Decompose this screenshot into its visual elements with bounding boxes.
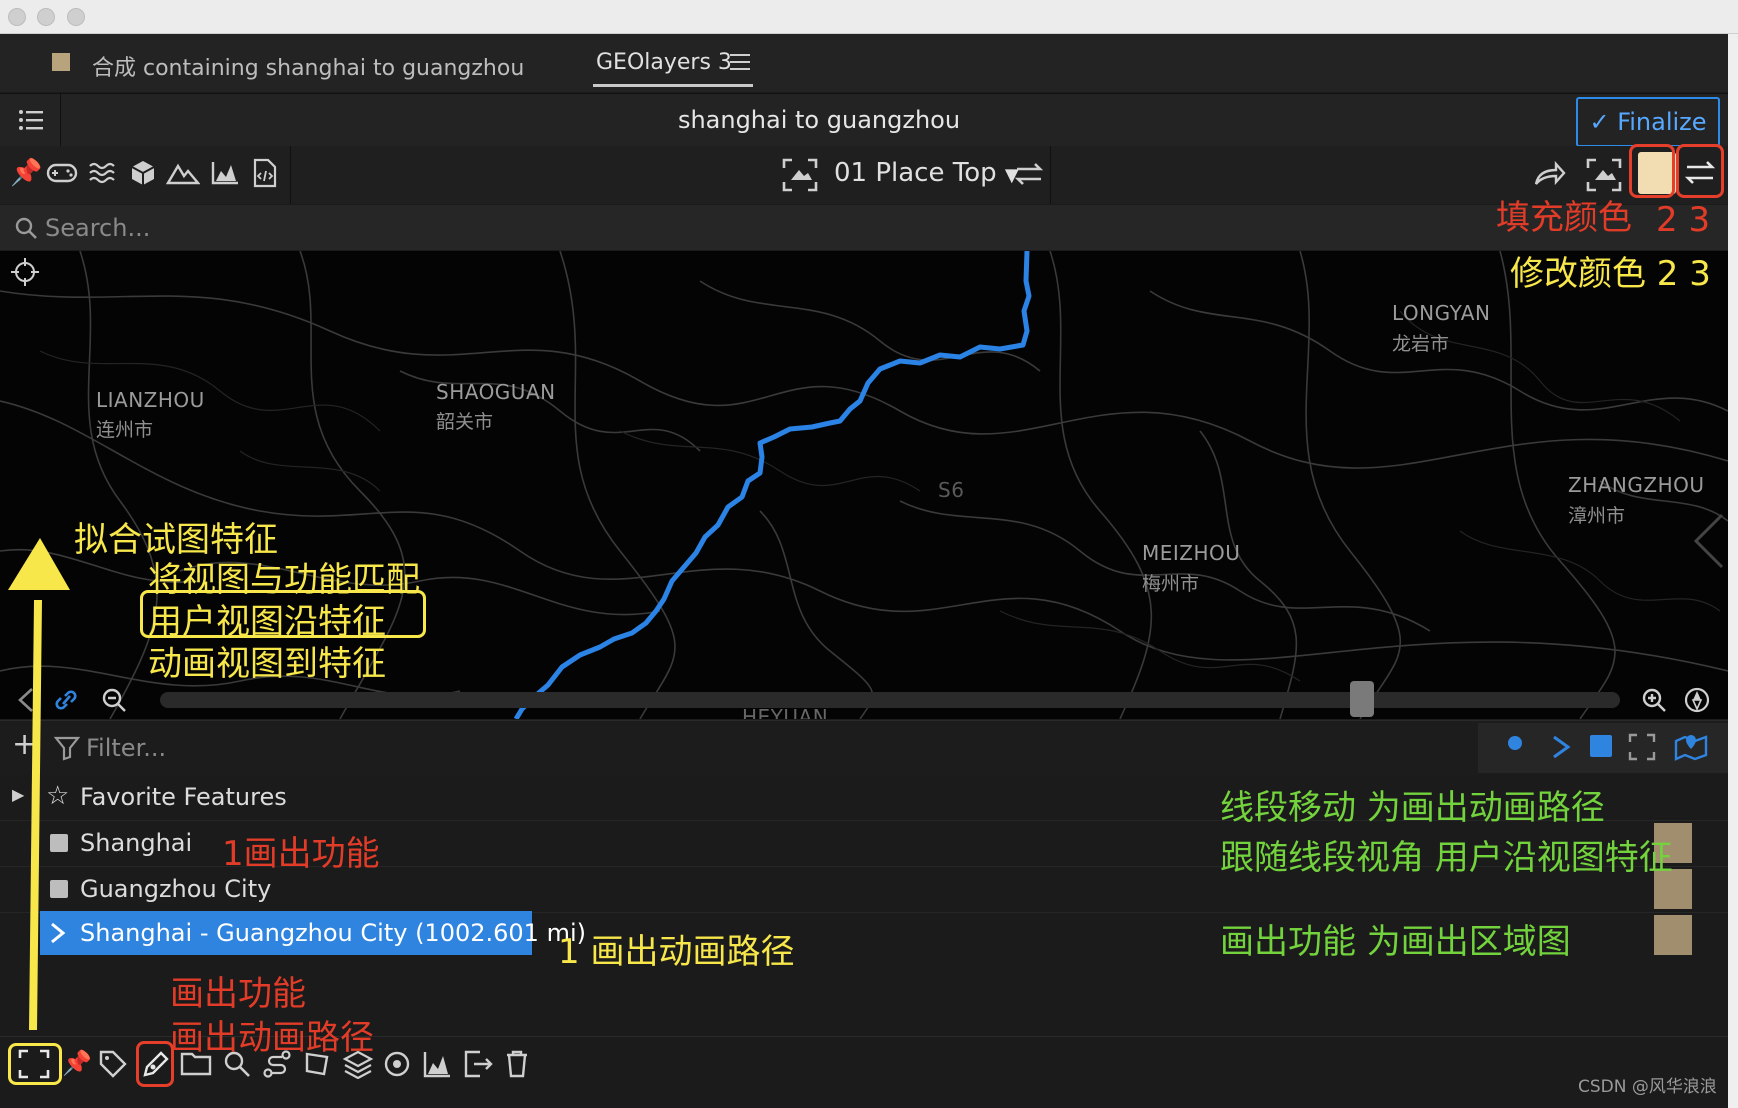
selected-route-label: Shanghai - Guangzhou City (1002.601 mi) — [80, 919, 586, 947]
map-title: shanghai to guangzhou — [677, 106, 961, 134]
active-tab-underline — [593, 84, 753, 87]
filter-bar: + Filter... — [0, 720, 1728, 775]
map-toolbar: 📌 01 Place Top ▼ — [0, 144, 1728, 204]
map-label-lianzhou-zh: 连州市 — [96, 419, 154, 441]
annotation-green-1: 线段移动 为画出动画路径 — [1220, 788, 1605, 828]
gamepad-icon[interactable] — [46, 160, 78, 186]
annotation-draw-feature-2: 画出功能 — [170, 974, 306, 1014]
minimize-window-button[interactable] — [37, 8, 55, 26]
annotation-draw-path-2: 画出动画路径 — [170, 1018, 374, 1058]
finalize-button[interactable]: ✓ Finalize — [1576, 97, 1720, 147]
fit-view-2-icon[interactable] — [1586, 158, 1622, 192]
finalize-label: Finalize — [1617, 108, 1707, 136]
close-window-button[interactable] — [8, 8, 26, 26]
map-label-s6: S6 — [938, 478, 965, 502]
swap-colors-icon[interactable] — [1684, 158, 1716, 188]
watermark: CSDN @风华浪浪 — [1578, 1077, 1717, 1097]
point-filter-icon[interactable] — [1508, 736, 1522, 750]
panel-tab-row: 合成 containing shanghai to guangzhou GEOl… — [0, 34, 1728, 92]
pen-draw-icon[interactable] — [141, 1049, 169, 1079]
feature-color-swatch[interactable] — [1654, 915, 1692, 955]
script-file-icon[interactable] — [252, 158, 278, 188]
composition-color-swatch — [52, 53, 70, 71]
crosshair-icon[interactable] — [10, 257, 40, 287]
map-label-longyan: LONGYAN — [1392, 301, 1491, 325]
mountain-icon[interactable] — [166, 160, 200, 186]
preset-dropdown[interactable]: 01 Place Top ▼ — [834, 158, 1019, 188]
list-item-label: Shanghai — [80, 829, 193, 857]
zoom-slider-track[interactable] — [160, 692, 1620, 708]
feature-type-filters — [1478, 723, 1728, 773]
zoom-window-button[interactable] — [67, 8, 85, 26]
zoom-slider-handle[interactable] — [1350, 681, 1374, 717]
tab-composition[interactable]: 合成 containing shanghai to guangzhou — [92, 50, 524, 82]
export-icon[interactable] — [462, 1049, 494, 1079]
preset-label: 01 Place Top — [834, 158, 997, 188]
tab-geolayers[interactable]: GEOlayers 3 — [596, 50, 732, 75]
yellow-arrow-annotation — [8, 538, 70, 1031]
annotation-fill-color: 填充颜色 — [1496, 198, 1632, 238]
line-filter-icon[interactable] — [1550, 733, 1574, 761]
panel-menu-icon[interactable] — [730, 54, 750, 75]
compass-icon[interactable] — [1682, 685, 1712, 715]
annotation-green-3: 画出功能 为画出区域图 — [1220, 922, 1571, 962]
chart-icon[interactable] — [210, 160, 240, 186]
map-label-zhangzhou-zh: 漳州市 — [1568, 505, 1626, 527]
map-label-shaoguan: SHAOGUAN — [436, 380, 556, 404]
selected-route-item[interactable]: Shanghai - Guangzhou City (1002.601 mi) — [40, 911, 586, 955]
zoom-in-icon[interactable] — [1640, 685, 1668, 715]
search-icon — [15, 217, 37, 239]
panel-collapse-icon[interactable] — [1690, 511, 1726, 571]
checkmark-icon: ✓ — [1589, 108, 1610, 136]
target-icon[interactable] — [382, 1049, 412, 1079]
annotation-draw-path-1: 1 画出动画路径 — [558, 932, 795, 972]
fill-color-highlight — [1629, 144, 1675, 198]
search-input[interactable]: Search... — [45, 214, 150, 242]
cube-icon[interactable] — [128, 158, 158, 188]
favorites-label: Favorite Features — [80, 783, 287, 811]
window-edge — [1728, 34, 1738, 1108]
pin-icon[interactable]: 📌 — [62, 1049, 92, 1077]
zoom-out-icon[interactable] — [100, 685, 128, 715]
polygon-filter-icon[interactable] — [1590, 735, 1612, 757]
annotation-fill-color-num: 2 3 — [1656, 200, 1711, 240]
trash-icon[interactable] — [504, 1049, 530, 1079]
window-title-bar — [0, 0, 1738, 34]
share-icon[interactable] — [1532, 158, 1566, 188]
map-features-icon[interactable] — [1674, 731, 1708, 763]
search-bar[interactable]: Search... — [0, 205, 1728, 250]
list-item-label: Guangzhou City — [80, 875, 272, 903]
map-label-meizhou-zh: 梅州市 — [1142, 573, 1200, 595]
filter-input[interactable]: Filter... — [86, 734, 166, 762]
map-label-meizhou: MEIZHOU — [1142, 541, 1241, 565]
annotation-fit-view-4: 动画视图到特征 — [148, 644, 386, 684]
map-label-longyan-zh: 龙岩市 — [1392, 333, 1450, 355]
fit-view-icon[interactable] — [782, 158, 818, 192]
elevation-chart-icon[interactable] — [422, 1049, 452, 1079]
annotation-draw-feature-1: 1画出功能 — [222, 834, 380, 874]
tag-icon[interactable] — [98, 1049, 128, 1079]
map-label-shaoguan-zh: 韶关市 — [436, 411, 494, 433]
swap-icon[interactable] — [1014, 160, 1044, 188]
map-label-zhangzhou: ZHANGZHOU — [1568, 473, 1705, 497]
bounds-filter-icon[interactable] — [1628, 733, 1656, 761]
annotation-modify-color: 修改颜色 2 3 — [1510, 254, 1711, 294]
fit-view-to-feature-icon[interactable] — [18, 1049, 50, 1079]
panel-header: shanghai to guangzhou ✓ Finalize — [0, 93, 1728, 147]
waves-icon[interactable] — [88, 160, 118, 186]
map-label-lianzhou: LIANZHOU — [96, 388, 205, 412]
annotation-green-2: 跟随线段视角 用户沿视图特征 — [1220, 838, 1673, 878]
pin-icon[interactable]: 📌 — [10, 158, 42, 188]
